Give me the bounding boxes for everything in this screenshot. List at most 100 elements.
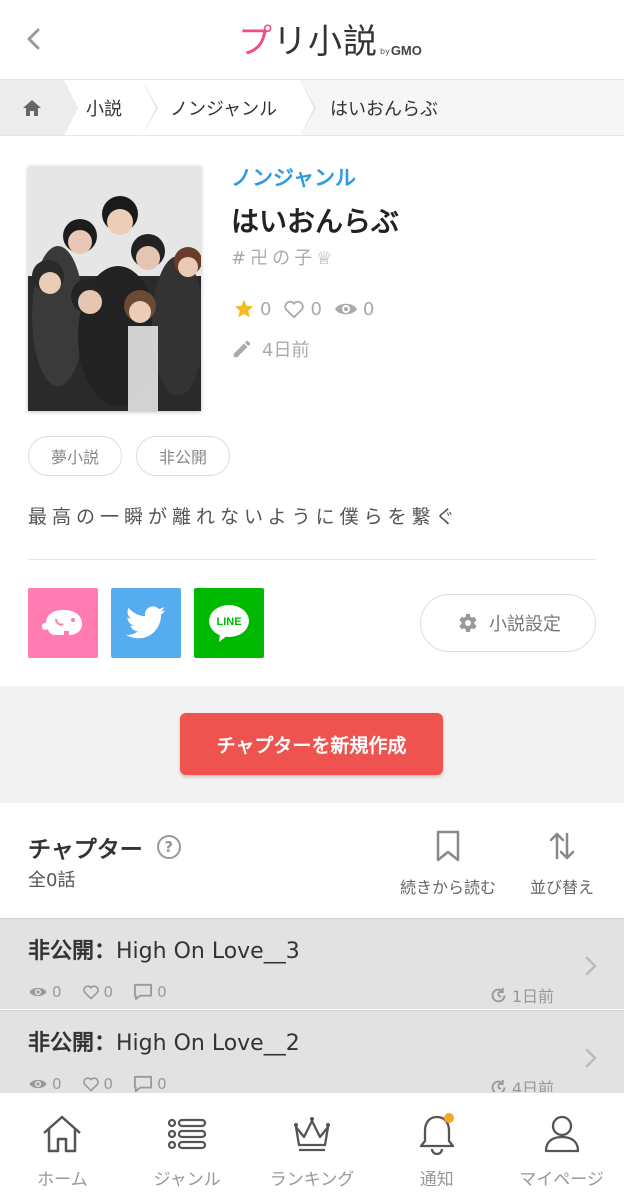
like-count: 0 xyxy=(283,298,322,320)
view-count-value: 0 xyxy=(362,298,375,320)
breadcrumb-home[interactable] xyxy=(0,80,78,135)
novel-settings-button[interactable]: 小説設定 xyxy=(420,594,596,652)
twitter-icon xyxy=(126,606,166,639)
heart-icon xyxy=(284,300,305,319)
share-prism-button[interactable] xyxy=(28,588,98,658)
breadcrumb-item-genre[interactable]: ノンジャンル xyxy=(142,80,316,135)
nav-ranking[interactable]: ランキング xyxy=(250,1093,375,1202)
share-line-button[interactable]: LINE xyxy=(194,588,264,658)
novel-genre-link[interactable]: ノンジャンル xyxy=(231,162,356,192)
continue-reading-button[interactable]: 続きから読む xyxy=(396,830,500,898)
elephant-icon xyxy=(41,609,82,635)
sort-button[interactable]: 並び替え xyxy=(526,830,598,898)
sort-label: 並び替え xyxy=(529,878,594,897)
logo-gmo: GMO xyxy=(390,43,422,58)
chapter-updated-value: 1日前 xyxy=(511,987,554,1006)
chapter-title: 非公開：High On Love__2 xyxy=(28,1025,300,1057)
logo-text-b: リ小説 xyxy=(273,22,378,62)
chapter-views: 0 xyxy=(52,1075,62,1093)
create-chapter-button[interactable]: チャプターを新規作成 xyxy=(180,713,443,775)
logo-text-a: プ xyxy=(238,22,273,62)
user-icon xyxy=(544,1115,579,1153)
back-button[interactable] xyxy=(18,22,48,56)
chapter-status: 非公開： xyxy=(28,1031,117,1056)
chapter-comments: 0 xyxy=(157,1075,167,1093)
chevron-right-icon xyxy=(584,1047,598,1073)
chapter-updated: 1日前 xyxy=(490,983,554,1007)
novel-author[interactable]: #卍の子♕ xyxy=(231,244,336,270)
cover-photo xyxy=(28,166,201,411)
comment-icon xyxy=(134,1075,153,1093)
star-count: 0 xyxy=(233,298,271,320)
chapter-status: 非公開： xyxy=(28,939,117,964)
chevron-left-icon xyxy=(27,28,40,50)
chapter-row[interactable]: 非公開：High On Love__2 0 0 0 4日前 xyxy=(0,1010,624,1101)
nav-mypage[interactable]: マイページ xyxy=(499,1093,624,1202)
cover-image[interactable] xyxy=(28,166,201,411)
star-count-value: 0 xyxy=(260,298,272,320)
continue-reading-label: 続きから読む xyxy=(399,878,496,897)
chapter-title-text: High On Love__2 xyxy=(116,1031,300,1056)
novel-updated-value: 4日前 xyxy=(262,340,310,361)
line-icon-text: LINE xyxy=(216,616,241,628)
chapters-heading: チャプター ? xyxy=(28,830,181,864)
chapter-likes: 0 xyxy=(103,983,114,1001)
novel-title: はいおんらぶ xyxy=(231,205,400,238)
chapter-meta: 0 0 0 xyxy=(28,983,187,1001)
nav-genre-label: ジャンル xyxy=(153,1170,221,1190)
gear-icon xyxy=(459,614,477,632)
app-logo[interactable]: プリ小説 by GMO xyxy=(238,16,422,64)
novel-updated: 4日前 xyxy=(231,336,309,362)
chapter-title: 非公開：High On Love__3 xyxy=(28,933,300,965)
nav-notifications-label: 通知 xyxy=(419,1170,454,1190)
nav-ranking-label: ランキング xyxy=(269,1170,355,1190)
app-header: プリ小説 by GMO xyxy=(0,0,624,80)
share-twitter-button[interactable] xyxy=(111,588,181,658)
crown-icon xyxy=(293,1117,330,1152)
nav-home-label: ホーム xyxy=(37,1170,88,1190)
nav-genre[interactable]: ジャンル xyxy=(125,1093,250,1202)
nav-home[interactable]: ホーム xyxy=(0,1093,125,1202)
chevron-right-icon xyxy=(584,955,598,981)
tag-dream-novel[interactable]: 夢小説 xyxy=(28,436,123,476)
eye-icon xyxy=(334,303,357,315)
breadcrumb-item-current: はいおんらぶ xyxy=(300,80,438,135)
pencil-icon xyxy=(233,340,251,358)
tag-private[interactable]: 非公開 xyxy=(136,436,231,476)
like-count-value: 0 xyxy=(310,298,322,320)
help-icon[interactable]: ? xyxy=(156,835,181,859)
history-icon xyxy=(491,987,506,1002)
comment-icon xyxy=(134,983,153,1001)
chapter-comments: 0 xyxy=(157,983,167,1001)
novel-tags: 夢小説 非公開 xyxy=(28,436,244,476)
chapter-likes: 0 xyxy=(103,1075,114,1093)
novel-description: 最高の一瞬が離れないように僕らを繋ぐ xyxy=(28,506,460,528)
home-icon xyxy=(23,99,41,116)
view-count: 0 xyxy=(334,299,374,320)
star-icon xyxy=(234,299,254,318)
breadcrumb: 小説 ノンジャンル はいおんらぶ xyxy=(0,80,624,136)
heart-icon xyxy=(82,985,99,1000)
chapter-title-text: High On Love__3 xyxy=(116,939,300,964)
create-chapter-area: チャプターを新規作成 xyxy=(0,686,624,803)
chapter-row[interactable]: 非公開：High On Love__3 0 0 0 1日前 xyxy=(0,918,624,1009)
chapters-count: 全0話 xyxy=(28,870,76,891)
sort-icon xyxy=(549,832,575,860)
home-icon xyxy=(43,1115,82,1153)
chapters-heading-text: チャプター xyxy=(28,837,143,863)
nav-mypage-label: マイページ xyxy=(519,1170,604,1190)
chapter-meta: 0 0 0 xyxy=(28,1075,187,1093)
list-icon xyxy=(168,1118,207,1150)
novel-settings-label: 小説設定 xyxy=(489,614,561,635)
bookmark-icon xyxy=(436,830,460,862)
logo-by: by xyxy=(380,47,390,56)
nav-notifications[interactable]: 通知 xyxy=(374,1093,499,1202)
bottom-nav: ホーム ジャンル ランキング 通知 マイページ xyxy=(0,1092,624,1202)
eye-icon xyxy=(29,1079,47,1089)
heart-icon xyxy=(82,1077,99,1092)
divider xyxy=(28,559,596,560)
line-icon: LINE xyxy=(209,605,249,642)
eye-icon xyxy=(29,987,47,997)
novel-stats: 0 0 0 xyxy=(233,298,386,320)
chapter-views: 0 xyxy=(52,983,62,1001)
